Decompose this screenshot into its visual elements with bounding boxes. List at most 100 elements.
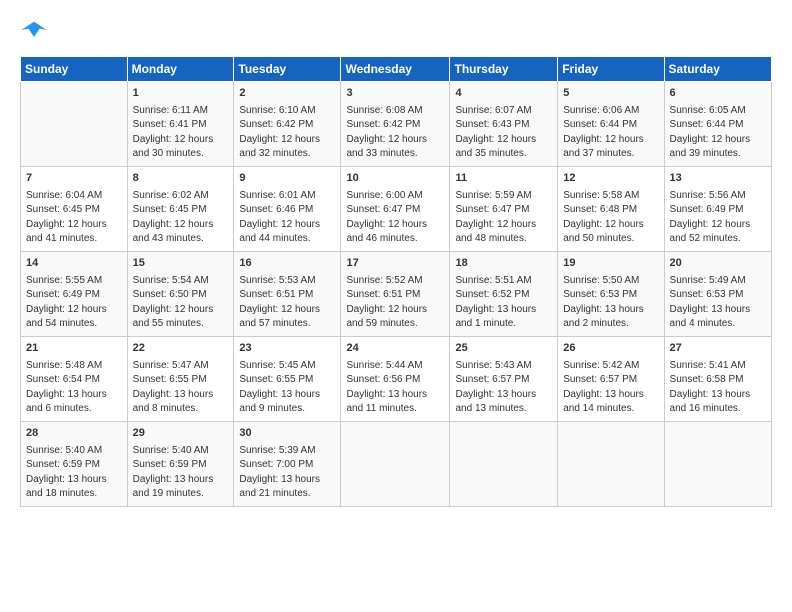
day-number: 17 — [346, 256, 444, 272]
day-info-line: Sunrise: 5:59 AM — [455, 189, 552, 204]
day-info-line: and 33 minutes. — [346, 147, 444, 162]
header-row — [20, 16, 772, 44]
day-info-line: Sunset: 6:53 PM — [670, 288, 766, 303]
day-info-line: Sunrise: 6:07 AM — [455, 104, 552, 119]
day-info-line: Sunrise: 6:01 AM — [239, 189, 335, 204]
day-info-line: Daylight: 13 hours — [563, 303, 658, 318]
day-info-line: Daylight: 13 hours — [26, 388, 122, 403]
calendar-cell: 28Sunrise: 5:40 AMSunset: 6:59 PMDayligh… — [21, 421, 128, 506]
day-info-line: Daylight: 12 hours — [455, 133, 552, 148]
day-info-line: Sunset: 6:57 PM — [455, 373, 552, 388]
day-info-line: and 9 minutes. — [239, 402, 335, 417]
day-number: 22 — [133, 341, 229, 357]
day-info-line: and 11 minutes. — [346, 402, 444, 417]
day-number: 4 — [455, 86, 552, 102]
day-info-line: and 16 minutes. — [670, 402, 766, 417]
day-number: 1 — [133, 86, 229, 102]
calendar-cell: 2Sunrise: 6:10 AMSunset: 6:42 PMDaylight… — [234, 82, 341, 167]
calendar-cell: 9Sunrise: 6:01 AMSunset: 6:46 PMDaylight… — [234, 166, 341, 251]
day-info-line: Daylight: 13 hours — [239, 388, 335, 403]
day-info-line: Daylight: 12 hours — [133, 303, 229, 318]
day-info-line: and 2 minutes. — [563, 317, 658, 332]
calendar-cell — [21, 82, 128, 167]
day-info-line: Sunset: 6:47 PM — [455, 203, 552, 218]
day-info-line: and 44 minutes. — [239, 232, 335, 247]
calendar-cell: 4 Sunrise: 6:07 AMSunset: 6:43 PMDaylight… — [450, 82, 558, 167]
day-info-line: Daylight: 12 hours — [346, 133, 444, 148]
day-info-line: Daylight: 13 hours — [563, 388, 658, 403]
calendar-cell: 16Sunrise: 5:53 AMSunset: 6:51 PMDayligh… — [234, 251, 341, 336]
weekday-header: Friday — [558, 57, 664, 82]
day-info-line: Sunrise: 6:08 AM — [346, 104, 444, 119]
day-number: 13 — [670, 171, 766, 187]
day-info-line: and 39 minutes. — [670, 147, 766, 162]
day-info-line: and 52 minutes. — [670, 232, 766, 247]
day-info-line: and 14 minutes. — [563, 402, 658, 417]
day-info-line: Sunrise: 5:47 AM — [133, 359, 229, 374]
day-info-line: Sunset: 6:46 PM — [239, 203, 335, 218]
day-info-line: and 19 minutes. — [133, 487, 229, 502]
day-info-line: Sunset: 6:45 PM — [26, 203, 122, 218]
day-info-line: Sunrise: 5:56 AM — [670, 189, 766, 204]
day-info-line: Daylight: 12 hours — [346, 303, 444, 318]
day-info-line: Sunrise: 5:58 AM — [563, 189, 658, 204]
calendar-cell: 1Sunrise: 6:11 AMSunset: 6:41 PMDaylight… — [127, 82, 234, 167]
calendar-week-row: 21Sunrise: 5:48 AMSunset: 6:54 PMDayligh… — [21, 336, 772, 421]
day-info-line: Sunrise: 6:00 AM — [346, 189, 444, 204]
day-number: 25 — [455, 341, 552, 357]
day-info-line: Sunset: 6:49 PM — [670, 203, 766, 218]
calendar-body: 1Sunrise: 6:11 AMSunset: 6:41 PMDaylight… — [21, 82, 772, 507]
day-number: 27 — [670, 341, 766, 357]
day-info-line: Sunrise: 5:44 AM — [346, 359, 444, 374]
day-info-line: and 1 minute. — [455, 317, 552, 332]
day-info-line: Daylight: 13 hours — [133, 473, 229, 488]
day-number: 3 — [346, 86, 444, 102]
day-info-line: Sunrise: 5:55 AM — [26, 274, 122, 289]
day-info-line: Sunrise: 5:50 AM — [563, 274, 658, 289]
calendar-cell — [341, 421, 450, 506]
day-info-line: Daylight: 12 hours — [346, 218, 444, 233]
day-number: 14 — [26, 256, 122, 272]
day-number: 12 — [563, 171, 658, 187]
day-info-line: Daylight: 13 hours — [455, 388, 552, 403]
calendar-cell: 30Sunrise: 5:39 AMSunset: 7:00 PMDayligh… — [234, 421, 341, 506]
day-number: 26 — [563, 341, 658, 357]
day-number: 6 — [670, 86, 766, 102]
day-info-line: Daylight: 13 hours — [670, 303, 766, 318]
calendar-cell: 26Sunrise: 5:42 AMSunset: 6:57 PMDayligh… — [558, 336, 664, 421]
calendar-cell: 10Sunrise: 6:00 AMSunset: 6:47 PMDayligh… — [341, 166, 450, 251]
calendar-cell — [450, 421, 558, 506]
weekday-header: Wednesday — [341, 57, 450, 82]
day-info-line: Sunrise: 5:43 AM — [455, 359, 552, 374]
day-info-line: Daylight: 13 hours — [133, 388, 229, 403]
day-number: 18 — [455, 256, 552, 272]
calendar-cell: 3Sunrise: 6:08 AMSunset: 6:42 PMDaylight… — [341, 82, 450, 167]
day-info-line: Daylight: 12 hours — [133, 133, 229, 148]
day-info-line: Sunset: 6:48 PM — [563, 203, 658, 218]
day-info-line: and 35 minutes. — [455, 147, 552, 162]
calendar-cell: 29Sunrise: 5:40 AMSunset: 6:59 PMDayligh… — [127, 421, 234, 506]
day-info-line: Sunrise: 5:52 AM — [346, 274, 444, 289]
calendar-week-row: 7Sunrise: 6:04 AMSunset: 6:45 PMDaylight… — [21, 166, 772, 251]
day-number: 28 — [26, 426, 122, 442]
day-info-line: Daylight: 13 hours — [455, 303, 552, 318]
weekday-header: Monday — [127, 57, 234, 82]
day-info-line: Sunset: 7:00 PM — [239, 458, 335, 473]
day-info-line: and 21 minutes. — [239, 487, 335, 502]
calendar-cell: 23Sunrise: 5:45 AMSunset: 6:55 PMDayligh… — [234, 336, 341, 421]
day-info-line: Sunrise: 6:11 AM — [133, 104, 229, 119]
calendar-cell: 13Sunrise: 5:56 AMSunset: 6:49 PMDayligh… — [664, 166, 771, 251]
day-info-line: Sunset: 6:54 PM — [26, 373, 122, 388]
day-info-line: Daylight: 12 hours — [670, 133, 766, 148]
weekday-header: Sunday — [21, 57, 128, 82]
day-info-line: Sunset: 6:43 PM — [455, 118, 552, 133]
day-info-line: Sunset: 6:51 PM — [239, 288, 335, 303]
day-info-line: Daylight: 12 hours — [563, 133, 658, 148]
day-number: 5 — [563, 86, 658, 102]
day-info-line: Sunset: 6:57 PM — [563, 373, 658, 388]
day-info-line: and 55 minutes. — [133, 317, 229, 332]
day-info-line: Daylight: 12 hours — [239, 218, 335, 233]
weekday-header: Thursday — [450, 57, 558, 82]
day-info-line: Daylight: 12 hours — [239, 133, 335, 148]
day-info-line: Sunset: 6:44 PM — [670, 118, 766, 133]
